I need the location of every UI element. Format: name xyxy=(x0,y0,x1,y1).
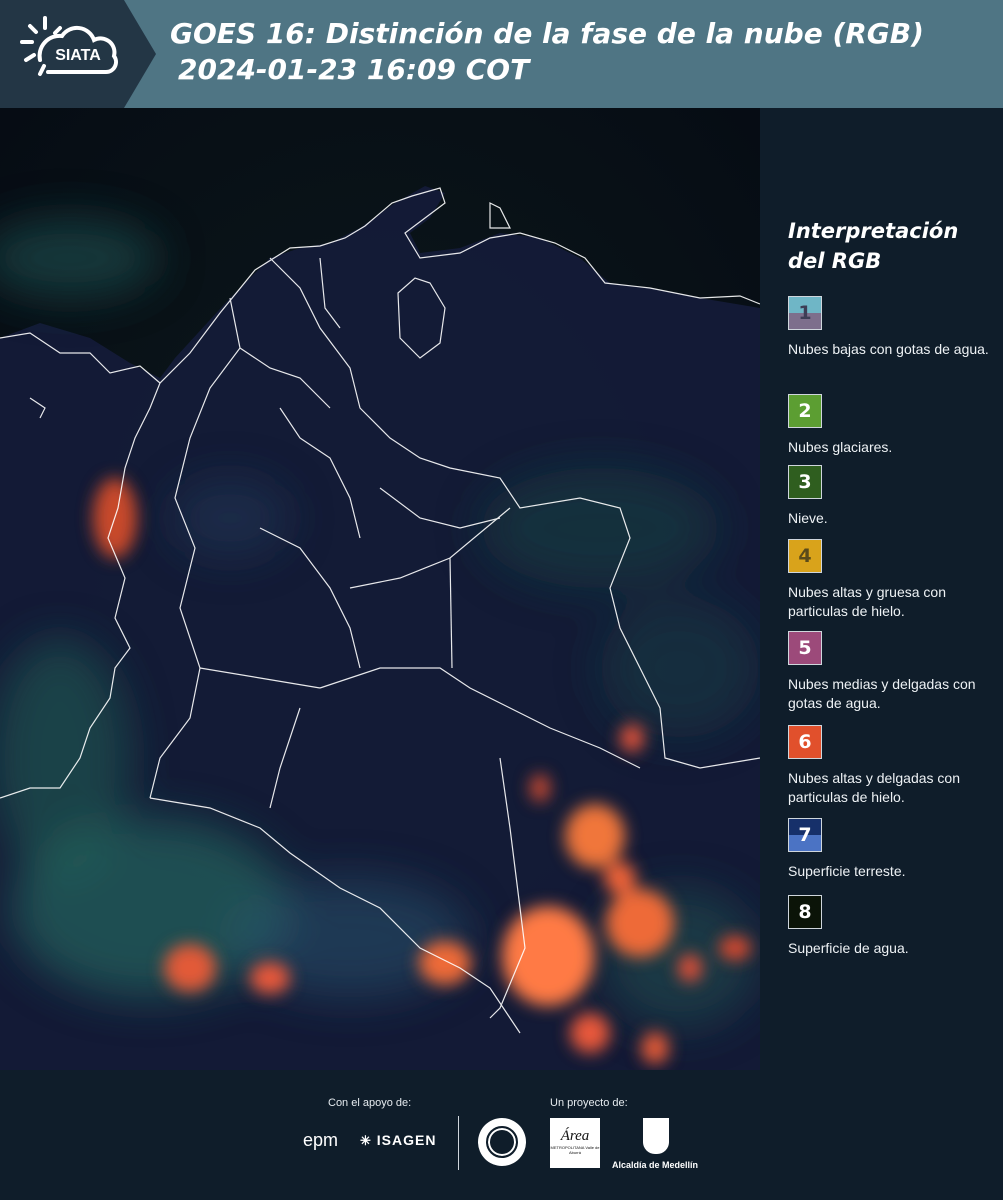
alcaldia-coat-icon[interactable] xyxy=(643,1118,669,1154)
siata-logo[interactable]: SIATA xyxy=(0,0,156,108)
legend-item-2: 2 Nubes glaciares. xyxy=(788,394,998,457)
legend-number: 1 xyxy=(798,302,812,324)
header-bar: SIATA GOES 16: Distinción de la fase de … xyxy=(0,0,1003,108)
legend-label: Superficie terreste. xyxy=(788,863,906,879)
legend-swatch-6: 6 xyxy=(788,725,822,759)
area-logo-subtext: METROPOLITANA Valle de Aburrá xyxy=(550,1145,600,1155)
project-label: Un proyecto de: xyxy=(550,1097,628,1109)
legend-number: 4 xyxy=(798,545,812,567)
legend-number: 7 xyxy=(798,824,812,846)
legend-label: Nubes medias y delgadas con gotas de agu… xyxy=(788,676,976,711)
legend-label: Superficie de agua. xyxy=(788,940,909,956)
siata-logo-text: SIATA xyxy=(55,47,101,64)
support-label: Con el apoyo de: xyxy=(328,1097,412,1109)
legend-title: Interpretación del RGB xyxy=(788,216,958,276)
legend-label: Nubes altas y gruesa con particulas de h… xyxy=(788,584,946,619)
footer-divider xyxy=(458,1116,459,1170)
area-metropolitana-logo[interactable]: Área METROPOLITANA Valle de Aburrá xyxy=(550,1118,600,1168)
legend-number: 8 xyxy=(798,901,812,923)
legend-item-5: 5 Nubes medias y delgadas con gotas de ag… xyxy=(788,631,998,713)
legend-label: Nubes glaciares. xyxy=(788,439,893,455)
isagen-star-icon: ✳ xyxy=(360,1133,372,1148)
legend-item-3: 3 Nieve. xyxy=(788,465,998,528)
legend-label: Nubes bajas con gotas de agua. xyxy=(788,341,989,357)
legend-item-4: 4 Nubes altas y gruesa con particulas de … xyxy=(788,539,998,621)
title-line-1: GOES 16: Distinción de la fase de la nub… xyxy=(170,17,924,50)
legend-title-line-1: Interpretación xyxy=(788,219,959,243)
legend-label: Nubes altas y delgadas con particulas de… xyxy=(788,770,960,805)
satellite-map[interactable] xyxy=(0,108,760,1070)
legend-label: Nieve. xyxy=(788,510,828,526)
legend-swatch-8: 8 xyxy=(788,895,822,929)
legend-swatch-4: 4 xyxy=(788,539,822,573)
page-title: GOES 16: Distinción de la fase de la nub… xyxy=(170,16,924,88)
area-logo-text: Área xyxy=(560,1128,590,1144)
legend-panel: Interpretación del RGB 1 Nubes bajas con … xyxy=(760,108,1003,1070)
legend-item-6: 6 Nubes altas y delgadas con particulas d… xyxy=(788,725,998,807)
legend-item-7: 7 Superficie terreste. xyxy=(788,818,998,881)
legend-swatch-1: 1 xyxy=(788,296,822,330)
epm-logo-text: epm xyxy=(303,1130,339,1150)
legend-item-8: 8 Superficie de agua. xyxy=(788,895,998,958)
alcaldia-label: Alcaldía de Medellín xyxy=(612,1160,699,1170)
title-line-2: 2024-01-23 16:09 COT xyxy=(178,53,530,86)
isagen-logo[interactable]: ✳ ISAGEN xyxy=(360,1132,436,1149)
epm-logo[interactable]: epm xyxy=(303,1130,338,1151)
footer-bar: Con el apoyo de: Un proyecto de: epm ✳ I… xyxy=(0,1070,1003,1200)
legend-swatch-2: 2 xyxy=(788,394,822,428)
legend-swatch-5: 5 xyxy=(788,631,822,665)
legend-number: 5 xyxy=(798,637,812,659)
university-seal-icon[interactable] xyxy=(478,1118,526,1166)
legend-swatch-3: 3 xyxy=(788,465,822,499)
legend-number: 3 xyxy=(798,471,812,493)
legend-number: 2 xyxy=(798,400,812,422)
legend-title-line-2: del RGB xyxy=(788,249,882,273)
legend-swatch-7: 7 xyxy=(788,818,822,852)
legend-item-1: 1 Nubes bajas con gotas de agua. xyxy=(788,296,998,359)
isagen-logo-text: ISAGEN xyxy=(376,1132,437,1148)
legend-number: 6 xyxy=(798,731,812,753)
